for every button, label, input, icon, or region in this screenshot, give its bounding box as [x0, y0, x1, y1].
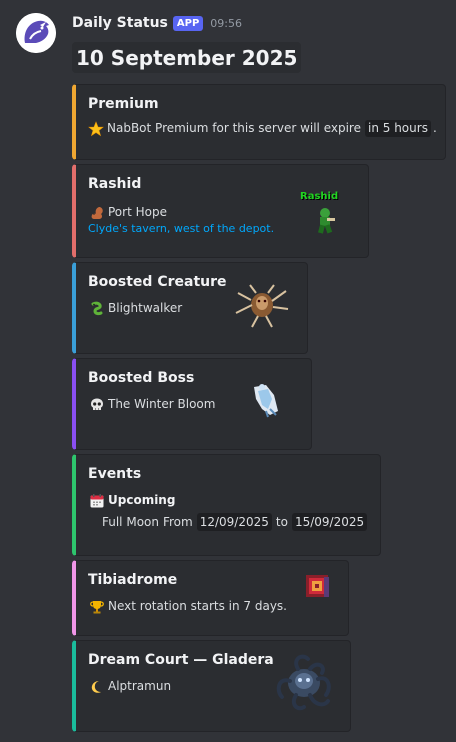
blightwalker-sprite-icon: [235, 284, 289, 328]
avatar[interactable]: [16, 13, 56, 53]
embed-tibiadrome: Tibiadrome Next rotation starts in 7 day…: [72, 560, 349, 636]
event-from-label: From: [162, 515, 193, 529]
list-item: Full Moon From 12/09/2025 to 15/09/2025: [88, 513, 368, 531]
embed-title: Premium: [88, 96, 159, 112]
rashid-sprite-label: Rashid: [300, 191, 339, 202]
premium-expire-code: in 5 hours: [365, 120, 431, 137]
embed-line: Upcoming: [88, 492, 368, 509]
tibiadrome-text: Next rotation starts in 7 days.: [108, 599, 287, 613]
moon-icon: [88, 678, 105, 695]
serpent-icon: [88, 300, 105, 317]
event-end-date: 15/09/2025: [291, 513, 368, 531]
star-icon: [88, 120, 104, 137]
embed-dream-court: Dream Court — Gladera Alptramun: [72, 640, 351, 732]
rashid-location: Port Hope: [108, 205, 167, 219]
premium-text: NabBot Premium for this server will expi…: [107, 121, 361, 135]
events-heading: Upcoming: [108, 493, 176, 507]
embed-boosted-creature: Boosted Creature Blightwalker: [72, 262, 308, 354]
embed-title: Tibiadrome: [88, 572, 178, 588]
embed-rashid: Rashid Port Hope Clyde's tavern, west of…: [72, 164, 369, 258]
event-name: Full Moon: [102, 515, 159, 529]
embed-title: Events: [88, 466, 142, 482]
dragon-avatar-icon: [16, 13, 56, 53]
squirrel-icon: [88, 204, 105, 221]
event-to-label: to: [275, 515, 288, 529]
alptramun-sprite-icon: [276, 654, 331, 711]
skull-icon: [88, 396, 105, 413]
winter-bloom-sprite-icon: [254, 384, 278, 418]
dream-court-boss-name: Alptramun: [108, 679, 172, 693]
tibiadrome-sprite-icon: [306, 575, 329, 597]
embed-line: NabBot Premium for this server will expi…: [88, 120, 437, 137]
rashid-character-icon: [318, 208, 335, 234]
rashid-sprite: Rashid: [300, 191, 346, 241]
embed-boosted-boss: Boosted Boss The Winter Bloom: [72, 358, 312, 450]
username[interactable]: Daily Status: [72, 15, 168, 31]
page-title: 10 September 2025: [72, 42, 302, 73]
boosted-creature-name: Blightwalker: [108, 301, 183, 315]
boosted-boss-name: The Winter Bloom: [108, 397, 216, 411]
embed-events: Events Upcoming Full Moon From 12/09/202…: [72, 454, 381, 556]
embed-line: Next rotation starts in 7 days.: [88, 598, 336, 615]
app-badge: APP: [172, 15, 204, 31]
timestamp[interactable]: 09:56: [210, 17, 242, 30]
event-start-date: 12/09/2025: [196, 513, 272, 531]
premium-period: .: [432, 121, 437, 135]
message-header: Daily Status APP 09:56: [72, 13, 242, 33]
embed-premium: Premium NabBot Premium for this server w…: [72, 84, 446, 160]
trophy-icon: [88, 598, 105, 615]
calendar-icon: [88, 492, 105, 509]
